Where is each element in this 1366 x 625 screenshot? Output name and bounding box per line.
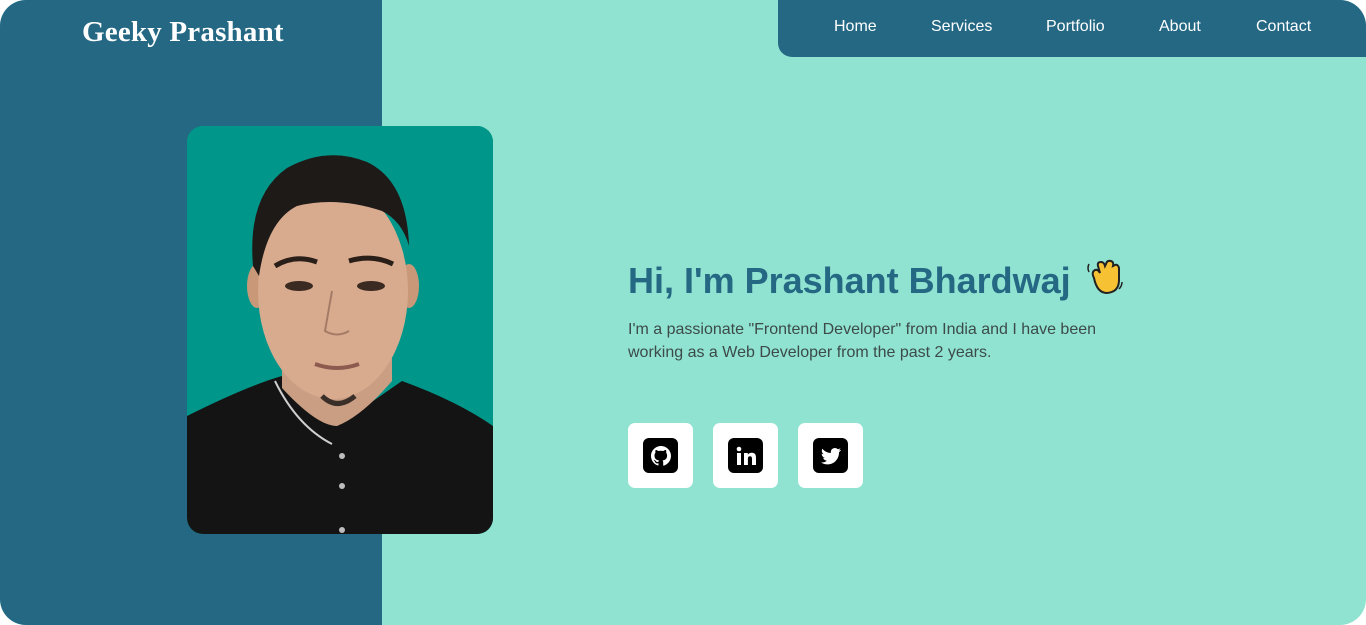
bio-line-2: working as a Web Developer from the past… bbox=[628, 344, 992, 361]
page: Geeky Prashant Home Services Portfolio A… bbox=[0, 0, 1366, 625]
nav-services[interactable]: Services bbox=[931, 18, 992, 36]
twitter-link[interactable] bbox=[798, 423, 863, 488]
top-nav: Home Services Portfolio About Contact bbox=[778, 0, 1366, 57]
nav-contact[interactable]: Contact bbox=[1256, 18, 1311, 36]
github-icon bbox=[643, 438, 678, 473]
linkedin-link[interactable] bbox=[713, 423, 778, 488]
hero-bio: I'm a passionate "Frontend Developer" fr… bbox=[628, 318, 1128, 364]
github-link[interactable] bbox=[628, 423, 693, 488]
site-logo[interactable]: Geeky Prashant bbox=[82, 16, 284, 49]
waving-hand-icon bbox=[1085, 256, 1125, 305]
twitter-icon bbox=[813, 438, 848, 473]
nav-home[interactable]: Home bbox=[834, 18, 877, 36]
hero-heading: Hi, I'm Prashant Bhardwaj bbox=[628, 256, 1125, 305]
nav-portfolio[interactable]: Portfolio bbox=[1046, 18, 1105, 36]
bio-line-1: I'm a passionate "Frontend Developer" fr… bbox=[628, 321, 1097, 338]
profile-photo bbox=[187, 126, 493, 534]
hero-heading-text: Hi, I'm Prashant Bhardwaj bbox=[628, 259, 1071, 301]
linkedin-icon bbox=[728, 438, 763, 473]
nav-about[interactable]: About bbox=[1159, 18, 1201, 36]
